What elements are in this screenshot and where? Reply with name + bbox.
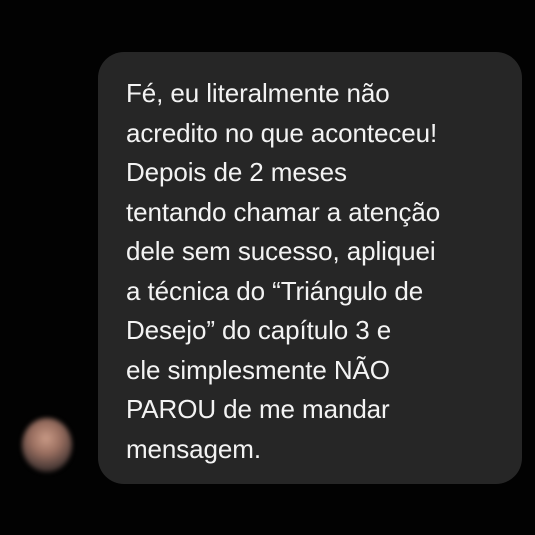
message-text: Fé, eu literalmente não acredito no que … (126, 74, 512, 469)
message-line: ele simplesmente NÃO (126, 354, 390, 385)
message-bubble[interactable]: Fé, eu literalmente não acredito no que … (98, 52, 522, 484)
message-line: a técnica do “Triángulo de (126, 275, 424, 306)
message-line: Desejo” do capítulo 3 e (126, 315, 392, 345)
message-line: Fé, eu literalmente não (126, 78, 390, 108)
sender-avatar[interactable] (22, 418, 72, 472)
message-line: tentando chamar a atenção (126, 196, 441, 227)
message-line: PAROU de me mandar (126, 394, 390, 424)
chat-screen: Fé, eu literalmente não acredito no que … (0, 0, 535, 535)
message-line: acredito no que aconteceu! (126, 117, 438, 148)
message-line: mensagem. (126, 433, 261, 464)
message-line: dele sem sucesso, apliquei (126, 236, 436, 266)
message-line: Depois de 2 meses (126, 157, 347, 187)
